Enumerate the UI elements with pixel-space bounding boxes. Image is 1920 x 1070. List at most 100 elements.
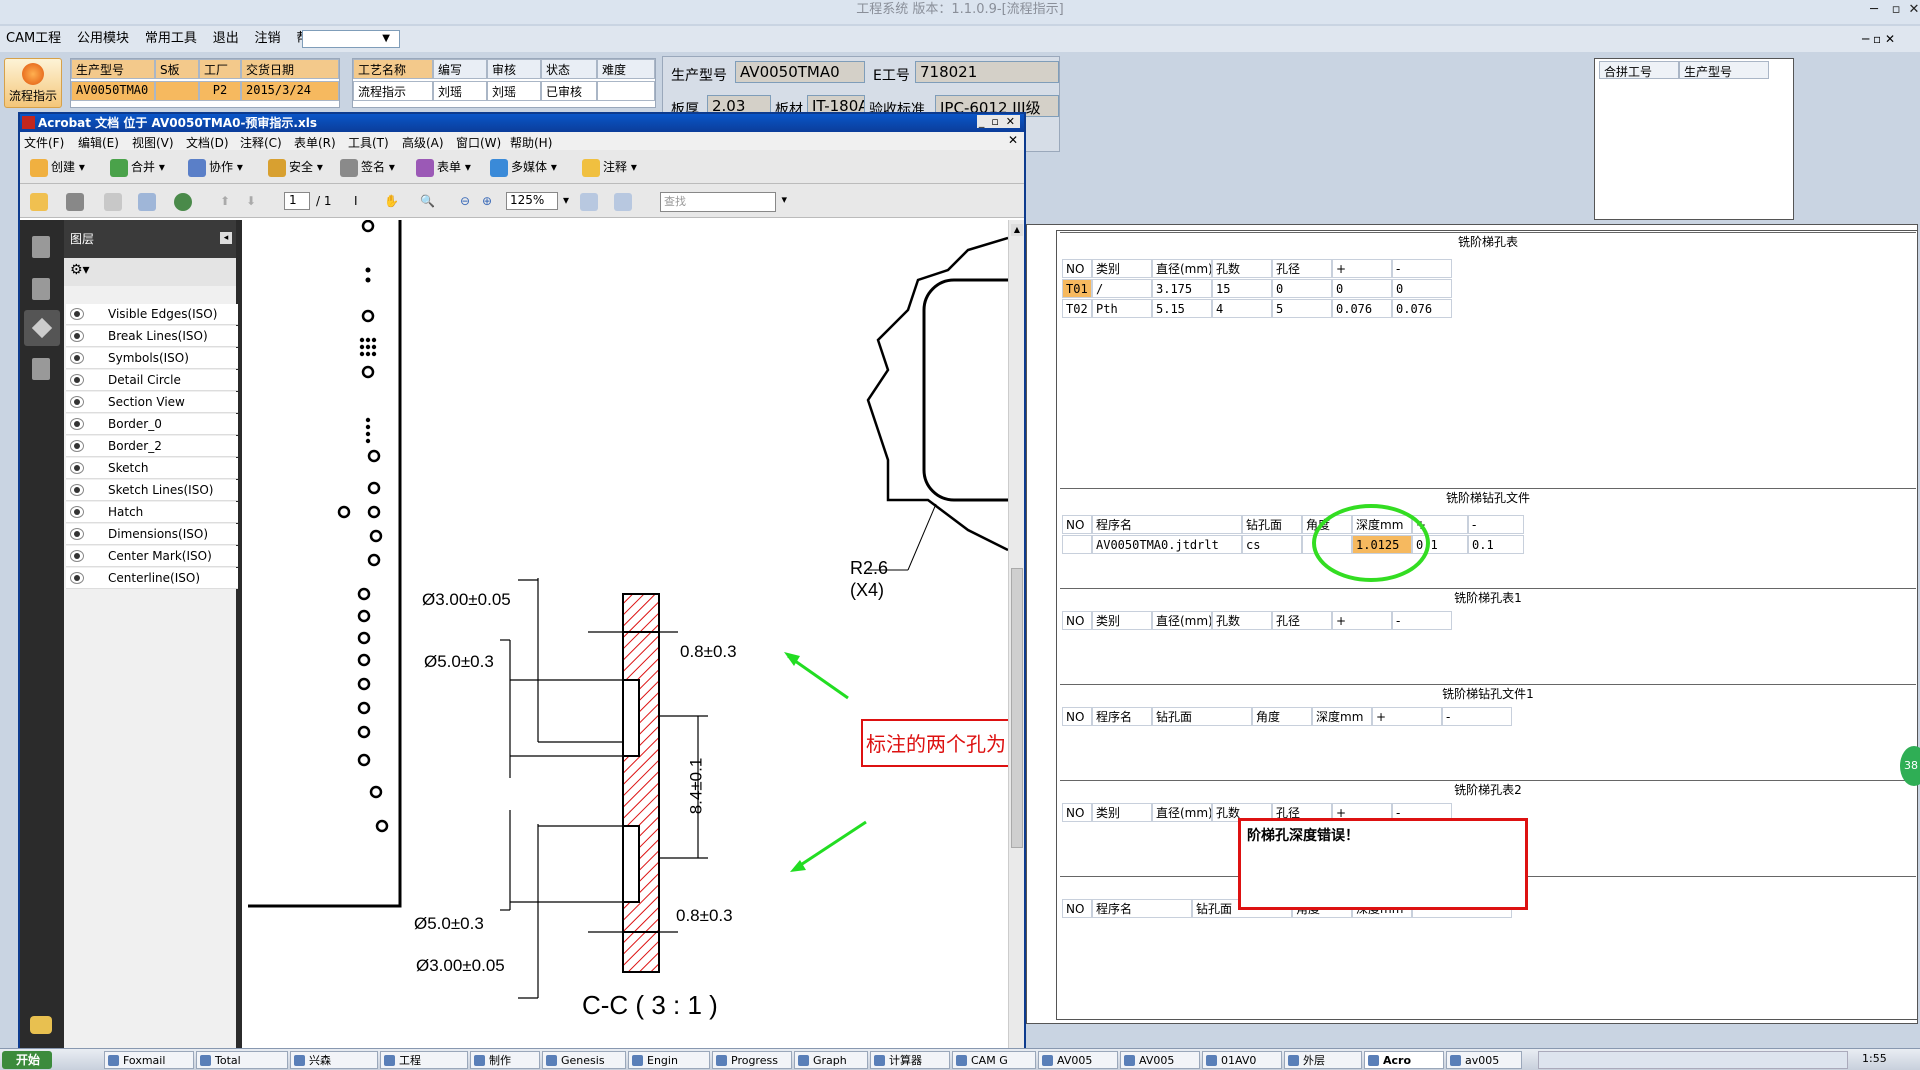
menu-tools[interactable]: 常用工具 xyxy=(139,26,203,52)
layer-item[interactable]: Symbols(ISO) xyxy=(66,348,238,369)
acrobat-menu-document[interactable]: 文档(D) xyxy=(186,134,229,151)
grid-cell[interactable]: / xyxy=(1092,279,1152,298)
acrobat-menu-advanced[interactable]: 高级(A) xyxy=(402,134,444,151)
eye-icon[interactable] xyxy=(70,528,84,540)
print-icon[interactable] xyxy=(66,190,87,212)
taskbar-item[interactable]: 制作 xyxy=(470,1051,540,1069)
taskbar-item[interactable]: Foxmail xyxy=(104,1051,194,1069)
taskbar-item[interactable]: Graph xyxy=(794,1051,868,1069)
close-button[interactable]: ✕ xyxy=(1902,0,1920,22)
collaborate-button[interactable]: 协作 ▾ xyxy=(188,156,243,178)
page-down-icon[interactable]: ⬇ xyxy=(246,190,256,212)
page-up-icon[interactable]: ⬆ xyxy=(220,190,230,212)
flow-indicator-button[interactable]: 流程指示 xyxy=(4,58,62,108)
options-gear-icon[interactable]: ⚙▾ xyxy=(70,262,90,278)
layer-item[interactable]: Center Mark(ISO) xyxy=(66,546,238,567)
acrobat-menu-file[interactable]: 文件(F) xyxy=(24,134,64,151)
minimize-button[interactable]: ─ xyxy=(1862,0,1886,22)
menu-logout[interactable]: 注销 xyxy=(249,26,287,52)
taskbar-item[interactable]: 01AV0 xyxy=(1202,1051,1282,1069)
pages-icon[interactable] xyxy=(32,236,50,258)
zoom-out-icon[interactable]: ⊖ xyxy=(460,190,470,212)
grid-cell[interactable]: 0.1 xyxy=(1468,535,1524,554)
eye-icon[interactable] xyxy=(70,396,84,408)
close-doc-icon[interactable]: ✕ xyxy=(1008,133,1018,147)
grid-cell[interactable]: 5 xyxy=(1272,299,1332,318)
web-icon[interactable] xyxy=(174,190,195,212)
scroll-thumb[interactable] xyxy=(1011,568,1023,848)
info-cell-factory[interactable]: P2 xyxy=(199,81,241,101)
taskbar-item[interactable]: 外层 xyxy=(1284,1051,1362,1069)
zoom-in-icon[interactable]: ⊕ xyxy=(482,190,492,212)
comments-icon[interactable] xyxy=(30,1016,52,1034)
layer-item[interactable]: Border_2 xyxy=(66,436,238,457)
acrobat-menu-comment[interactable]: 注释(C) xyxy=(240,134,282,151)
layer-item[interactable]: Section View Lines(ISO) xyxy=(66,392,238,430)
grid-cell[interactable] xyxy=(1062,535,1092,554)
zoom-level-select[interactable]: 125% ▾ xyxy=(506,192,569,210)
taskbar-item[interactable]: Genesis xyxy=(542,1051,626,1069)
eye-icon[interactable] xyxy=(70,462,84,474)
forms-button[interactable]: 表单 ▾ xyxy=(416,156,471,178)
layer-item[interactable]: Detail Circle Lines(ISO) xyxy=(66,370,238,408)
secure-button[interactable]: 安全 ▾ xyxy=(268,156,323,178)
eye-icon[interactable] xyxy=(70,418,84,430)
select-text-icon[interactable]: I xyxy=(354,190,358,212)
prod-model-field[interactable]: AV0050TMA0 xyxy=(735,61,865,83)
start-button[interactable]: 开始 xyxy=(2,1051,52,1069)
eye-icon[interactable] xyxy=(70,572,84,584)
layer-item[interactable]: Dimensions(ISO) xyxy=(66,524,238,545)
grid-cell[interactable]: 3.175 xyxy=(1152,279,1212,298)
grid-cell[interactable]: 0 xyxy=(1392,279,1452,298)
sign-button[interactable]: 签名 ▾ xyxy=(340,156,395,178)
hand-tool-icon[interactable]: ✋ xyxy=(384,190,399,212)
ework-field[interactable]: 718021 xyxy=(915,61,1059,83)
acrobat-menu-forms[interactable]: 表单(R) xyxy=(294,134,336,151)
acrobat-menu-edit[interactable]: 编辑(E) xyxy=(78,134,119,151)
taskbar-item[interactable]: av005 xyxy=(1446,1051,1522,1069)
taskbar-item[interactable]: AV005 xyxy=(1120,1051,1200,1069)
taskbar-item[interactable]: 兴森 xyxy=(290,1051,378,1069)
process-cell-writer[interactable]: 刘瑶 xyxy=(433,81,487,101)
grid-cell[interactable]: 4 xyxy=(1212,299,1272,318)
save-icon[interactable] xyxy=(104,190,125,212)
scroll-up-icon[interactable]: ▲ xyxy=(1011,224,1023,236)
bookmarks-icon[interactable] xyxy=(32,278,50,300)
taskbar-item-active[interactable]: Acro xyxy=(1364,1051,1444,1069)
menu-public[interactable]: 公用模块 xyxy=(71,26,135,52)
layer-item[interactable]: Hatch xyxy=(66,502,238,523)
eye-icon[interactable] xyxy=(70,308,84,320)
info-cell-sboard[interactable] xyxy=(155,81,199,101)
info-cell-model[interactable]: AV0050TMA0 xyxy=(71,81,155,101)
taskbar-item[interactable]: 工程 xyxy=(380,1051,468,1069)
layer-item[interactable]: Centerline(ISO) xyxy=(66,568,238,589)
taskbar-item[interactable]: 计算器 xyxy=(870,1051,950,1069)
eye-icon[interactable] xyxy=(70,440,84,452)
create-button[interactable]: 创建 ▾ xyxy=(30,156,85,178)
comment-button[interactable]: 注释 ▾ xyxy=(582,156,637,178)
grid-cell[interactable]: 0.076 xyxy=(1392,299,1452,318)
page-number-input[interactable]: 1 xyxy=(284,192,310,210)
vertical-scrollbar[interactable]: ▲ xyxy=(1008,220,1024,1056)
eye-icon[interactable] xyxy=(70,484,84,496)
layer-item[interactable]: Break Lines(ISO) xyxy=(66,326,238,347)
mdi-controls-icon[interactable]: ─ ▫ ✕ xyxy=(1862,32,1895,46)
taskbar-item[interactable]: Progress xyxy=(712,1051,792,1069)
process-cell-difficulty[interactable] xyxy=(597,81,655,101)
taskbar-item[interactable]: Total xyxy=(196,1051,288,1069)
eye-icon[interactable] xyxy=(70,330,84,342)
layer-item[interactable]: Sketch Geometry(ISO) xyxy=(66,458,238,496)
grid-cell[interactable]: AV0050TMA0.jtdrlt xyxy=(1092,535,1242,554)
open-icon[interactable] xyxy=(30,190,51,212)
process-cell-name[interactable]: 流程指示 xyxy=(353,81,433,101)
grid-cell[interactable]: Pth xyxy=(1092,299,1152,318)
acrobat-menu-window[interactable]: 窗口(W) xyxy=(456,134,501,151)
grid-cell[interactable]: 15 xyxy=(1212,279,1272,298)
fit-width-icon[interactable] xyxy=(614,190,635,212)
signatures-icon[interactable] xyxy=(32,358,50,380)
multimedia-button[interactable]: 多媒体 ▾ xyxy=(490,156,557,178)
grid-cell[interactable]: 0 xyxy=(1272,279,1332,298)
acrobat-menu-view[interactable]: 视图(V) xyxy=(132,134,174,151)
fit-page-icon[interactable] xyxy=(580,190,601,212)
collapse-icon[interactable]: ◂ xyxy=(220,232,232,244)
